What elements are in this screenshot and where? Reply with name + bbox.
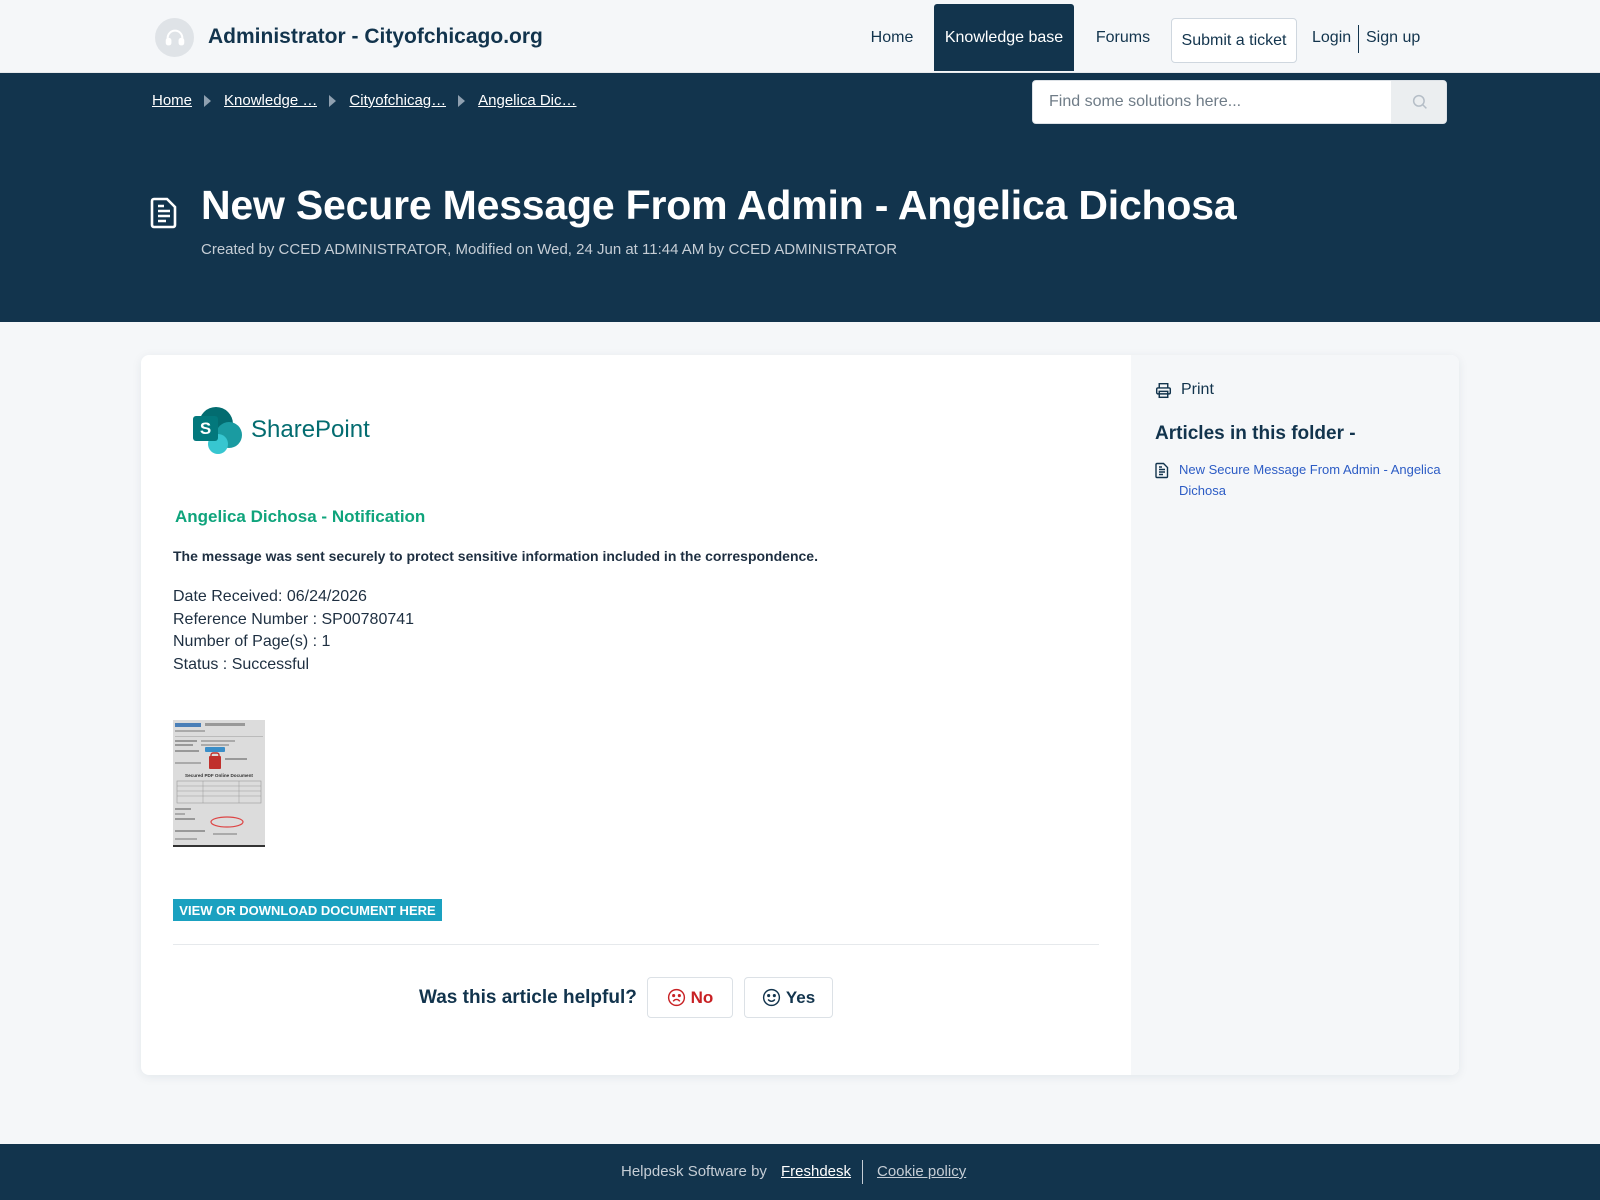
- footer-divider: [862, 1160, 863, 1184]
- login-link[interactable]: Login: [1312, 29, 1351, 47]
- nav-forums[interactable]: Forums: [1088, 4, 1158, 71]
- sharepoint-icon: S: [193, 407, 242, 454]
- chevron-right-icon: [204, 94, 212, 107]
- breadcrumb-home[interactable]: Home: [152, 92, 192, 109]
- breadcrumb: Home Knowledge … Cityofchicag… Angelica …: [152, 92, 577, 109]
- svg-text:S: S: [200, 419, 211, 438]
- folder-article-item[interactable]: New Secure Message From Admin - Angelica…: [1155, 459, 1445, 501]
- document-icon: [1155, 462, 1169, 479]
- print-button[interactable]: Print: [1155, 381, 1214, 399]
- portal-logo[interactable]: [155, 18, 194, 57]
- vote-yes-button[interactable]: Yes: [744, 977, 833, 1018]
- breadcrumb-folder[interactable]: Cityofchicag…: [349, 92, 446, 109]
- article-title: New Secure Message From Admin - Angelica…: [201, 182, 1237, 228]
- signup-link[interactable]: Sign up: [1366, 29, 1420, 47]
- portal-brand-name[interactable]: Administrator - Cityofchicago.org: [208, 25, 543, 49]
- search-input[interactable]: [1033, 81, 1390, 123]
- nav-home[interactable]: Home: [856, 4, 928, 71]
- smile-face-icon: [762, 988, 780, 1007]
- status: Status : Successful: [173, 655, 310, 673]
- date-received: Date Received: 06/24/2026: [173, 588, 367, 605]
- nav-divider: [1358, 25, 1359, 53]
- top-navigation-bar: Administrator - Cityofchicago.org Home K…: [0, 0, 1600, 73]
- cookie-policy-link[interactable]: Cookie policy: [877, 1163, 966, 1180]
- document-thumbnail[interactable]: Secured PDF Online Document: [173, 720, 265, 847]
- search-box: [1032, 80, 1447, 124]
- print-icon: [1155, 382, 1172, 398]
- freshdesk-link[interactable]: Freshdesk: [781, 1163, 851, 1180]
- document-icon: [150, 197, 177, 229]
- secure-message-text: The message was sent securely to protect…: [173, 548, 818, 564]
- article-meta: Created by CCED ADMINISTRATOR, Modified …: [201, 241, 898, 258]
- article-sidebar: Print Articles in this folder - New Secu…: [1131, 355, 1459, 1075]
- message-details: Date Received: 06/24/2026 Reference Numb…: [173, 586, 414, 676]
- page-footer: Helpdesk Software by Freshdesk Cookie po…: [0, 1144, 1600, 1200]
- page-count: Number of Page(s) : 1: [173, 633, 331, 650]
- breadcrumb-article[interactable]: Angelica Dic…: [478, 92, 576, 109]
- vote-no-label: No: [690, 987, 714, 1007]
- breadcrumb-knowledge-base[interactable]: Knowledge …: [224, 92, 317, 109]
- sharepoint-wordmark: SharePoint: [251, 416, 370, 443]
- submit-ticket-button[interactable]: Submit a ticket: [1171, 18, 1297, 63]
- nav-knowledge-base[interactable]: Knowledge base: [934, 4, 1074, 71]
- content-divider: [173, 944, 1099, 945]
- article-card: S SharePoint Angelica Dichosa - Notifica…: [141, 355, 1459, 1075]
- thumb-caption: Secured PDF Online Document: [185, 773, 253, 778]
- vote-no-button[interactable]: No: [647, 977, 733, 1018]
- chevron-right-icon: [458, 94, 466, 107]
- helpful-question: Was this article helpful?: [419, 987, 637, 1008]
- folder-articles-title: Articles in this folder -: [1155, 423, 1356, 444]
- vote-yes-label: Yes: [785, 987, 816, 1007]
- reference-number: Reference Number : SP00780741: [173, 610, 415, 628]
- print-label: Print: [1181, 381, 1214, 398]
- view-download-document-button[interactable]: VIEW OR DOWNLOAD DOCUMENT HERE: [173, 899, 442, 921]
- footer-label: Helpdesk Software by: [621, 1163, 767, 1180]
- search-icon: [1412, 94, 1427, 109]
- folder-article-link[interactable]: New Secure Message From Admin - Angelica…: [1179, 459, 1445, 501]
- search-button[interactable]: [1391, 81, 1446, 123]
- sharepoint-logo: S SharePoint: [191, 405, 370, 455]
- headset-icon: [165, 29, 184, 45]
- article-hero: Home Knowledge … Cityofchicag… Angelica …: [0, 73, 1600, 322]
- notification-title: Angelica Dichosa - Notification: [175, 507, 426, 526]
- chevron-right-icon: [329, 94, 337, 107]
- sad-face-icon: [667, 988, 685, 1007]
